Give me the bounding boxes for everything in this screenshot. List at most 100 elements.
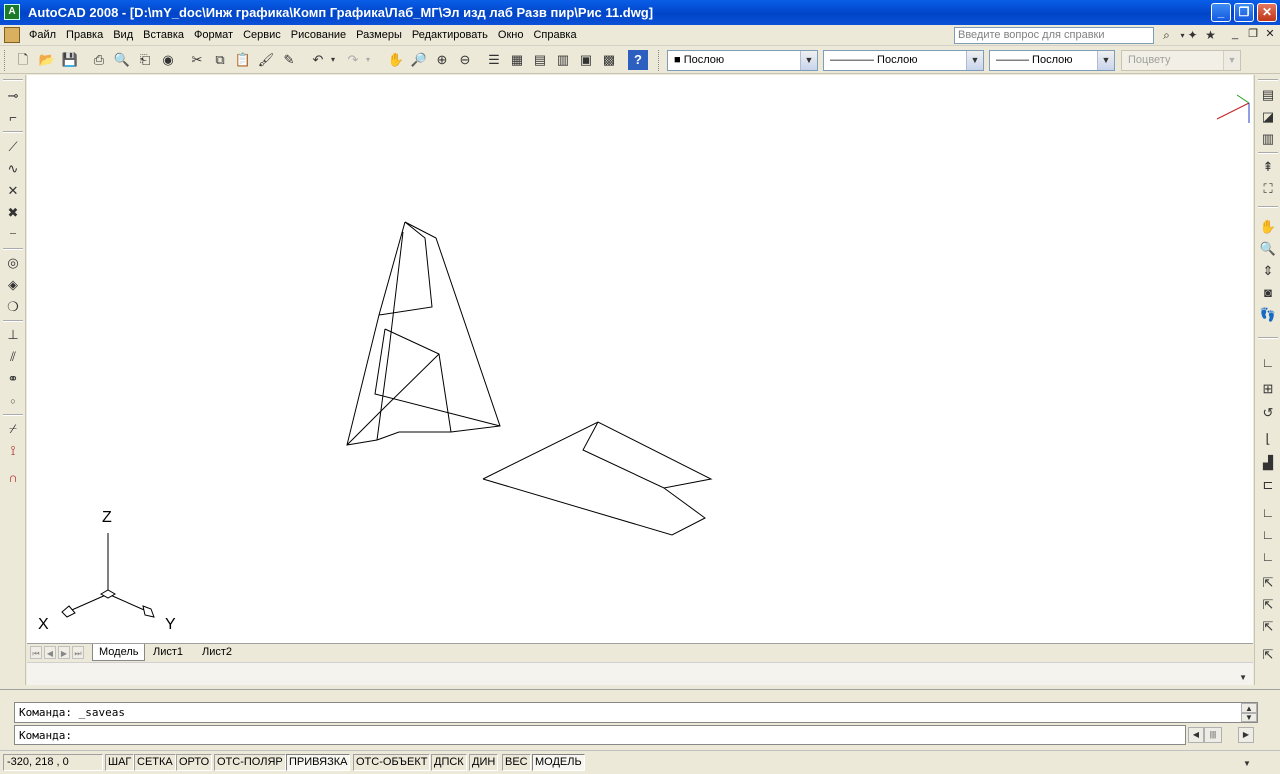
redo-icon[interactable]: ↷ [343, 50, 363, 70]
toolbar-grip[interactable] [4, 50, 7, 71]
coordinates-display[interactable]: -320, 218 , 0 [3, 754, 103, 771]
status-menu-icon[interactable]: ▼ [1243, 759, 1251, 768]
fillet-icon[interactable]: ⌿ [3, 419, 23, 439]
properties-toolbar-grip[interactable] [658, 50, 661, 71]
ortho-toggle[interactable]: ОРТО [176, 754, 213, 771]
zoom-previous-icon[interactable]: ⊖ [455, 50, 475, 70]
save-icon[interactable]: 💾 [60, 50, 80, 70]
next-tab-icon[interactable]: ▶ [58, 646, 70, 659]
close-button[interactable]: ✕ [1257, 3, 1277, 22]
circle-icon[interactable]: ◎ [3, 253, 23, 273]
scroll-down-icon[interactable]: ▼ [1241, 713, 1257, 722]
match-properties-icon[interactable]: 🖌 [256, 50, 276, 70]
tab-layout1[interactable]: Лист1 [147, 644, 189, 661]
menu-help[interactable]: Справка [528, 28, 581, 42]
pan-icon[interactable]: ✋ [386, 50, 406, 70]
ucs-settings-icon[interactable]: ⇱ [1258, 645, 1278, 665]
layer-blue-icon[interactable]: ◪ [1258, 107, 1278, 127]
redo-dropdown-icon[interactable]: ▾ [363, 50, 373, 70]
menu-dimension[interactable]: Размеры [351, 28, 407, 42]
point-icon[interactable]: ○ [3, 391, 23, 411]
ucs-world-icon[interactable]: ∟ [1258, 353, 1278, 373]
doc-restore-button[interactable]: ❐ [1246, 28, 1260, 42]
menu-tools[interactable]: Сервис [238, 28, 286, 42]
zoom-realtime-icon[interactable]: 🔎 [409, 50, 429, 70]
group-icon[interactable]: ⚭ [3, 369, 23, 389]
menu-view[interactable]: Вид [108, 28, 138, 42]
walk-icon[interactable]: 👣 [1258, 305, 1278, 325]
search-icon[interactable]: ⌕ [1158, 27, 1175, 44]
menu-edit[interactable]: Правка [61, 28, 108, 42]
donut-icon[interactable]: ◈ [3, 275, 23, 295]
markup-set-manager-icon[interactable]: ▣ [576, 50, 596, 70]
grid-toggle[interactable]: СЕТКА [134, 754, 176, 771]
ucs-named-icon[interactable]: ⇱ [1258, 595, 1278, 615]
plot-icon[interactable]: ⎙ [89, 50, 109, 70]
open-file-icon[interactable]: 📂 [37, 50, 57, 70]
orbit-icon[interactable]: ⇞ [1258, 157, 1278, 177]
ucs-z-icon[interactable]: ∟ [1258, 547, 1278, 567]
document-menu-icon[interactable] [4, 27, 20, 43]
snap-magnet-icon[interactable]: ⟟ [3, 441, 23, 461]
lwt-toggle[interactable]: ВЕС [502, 754, 531, 771]
horizontal-scrollbar[interactable]: ▼ [27, 662, 1253, 685]
menu-modify[interactable]: Редактировать [407, 28, 493, 42]
prev-tab-icon[interactable]: ◀ [44, 646, 56, 659]
calculator-icon[interactable]: ▩ [599, 50, 619, 70]
linetype-combo[interactable]: ———— Послою ▼ [823, 50, 984, 71]
menu-draw[interactable]: Рисование [286, 28, 351, 42]
lineweight-combo[interactable]: ——— Послою ▼ [989, 50, 1115, 71]
sheet-set-manager-icon[interactable]: ▥ [553, 50, 573, 70]
ucs-origin-icon[interactable]: ⌊ [1258, 429, 1278, 449]
dyn-toggle[interactable]: ДИН [469, 754, 499, 771]
chevron-down-icon[interactable]: ▼ [1223, 51, 1240, 70]
menu-window[interactable]: Окно [493, 28, 529, 42]
favorites-star-icon[interactable]: ★ [1202, 27, 1219, 44]
properties-icon[interactable]: ☰ [484, 50, 504, 70]
doc-close-button[interactable]: ✕ [1263, 28, 1277, 42]
snap-toggle[interactable]: ШАГ [105, 754, 135, 771]
model-toggle[interactable]: МОДЕЛЬ [532, 754, 585, 771]
paste-icon[interactable]: 📋 [233, 50, 253, 70]
menu-format[interactable]: Формат [189, 28, 238, 42]
view-camera-icon[interactable]: ◙ [1258, 283, 1278, 303]
hatch-icon[interactable]: ⫽ [3, 347, 23, 367]
help-icon[interactable]: ? [628, 50, 648, 70]
chevron-down-icon[interactable]: ▼ [800, 51, 817, 70]
help-search-input[interactable]: Введите вопрос для справки [954, 27, 1154, 44]
ucs-y-icon[interactable]: ∟ [1258, 525, 1278, 545]
line-icon[interactable]: ⊸ [3, 86, 23, 106]
3d-dwf-icon[interactable]: ◉ [158, 50, 178, 70]
otrack-toggle[interactable]: ОТС-ОБЪЕКТ [353, 754, 431, 771]
block-editor-icon[interactable]: ✎ [279, 50, 299, 70]
zoom-icon[interactable]: 🔍 [1258, 239, 1278, 259]
scroll-up-icon[interactable]: ▲ [1241, 703, 1257, 713]
doc-minimize-button[interactable]: _ [1228, 28, 1242, 42]
layer-stack-icon[interactable]: ▤ [1258, 85, 1278, 105]
ucs-icon[interactable]: ⊥ [3, 325, 23, 345]
menu-file[interactable]: Файл [24, 28, 61, 42]
camera-icon[interactable]: ⛶ [1258, 179, 1278, 199]
ucs-zaxis-icon[interactable]: ▟ [1258, 453, 1278, 473]
publish-icon[interactable]: ⎗ [135, 50, 155, 70]
tab-model[interactable]: Модель [92, 644, 146, 661]
plot-preview-icon[interactable]: 🔍 [112, 50, 132, 70]
scroll-right-icon[interactable]: ▶ [1238, 727, 1254, 743]
ucs-3point-icon[interactable]: ⊏ [1258, 475, 1278, 495]
layer-list-icon[interactable]: ▥ [1258, 129, 1278, 149]
ucs-face-icon[interactable]: ↺ [1258, 403, 1278, 423]
construction-line-icon[interactable]: ⌐ [3, 108, 23, 128]
osnap-toggle[interactable]: ПРИВЯЗКА [286, 754, 351, 771]
design-center-icon[interactable]: ▦ [507, 50, 527, 70]
trim-icon[interactable]: ✖ [3, 203, 23, 223]
ucs-x-icon[interactable]: ∟ [1258, 503, 1278, 523]
drawing-area[interactable]: Z X Y [27, 75, 1253, 643]
undo-dropdown-icon[interactable]: ▾ [328, 50, 338, 70]
ducs-toggle[interactable]: ДПСК [431, 754, 467, 771]
first-tab-icon[interactable]: ⏮ [30, 646, 42, 659]
scroll-thumb[interactable]: ||| [1204, 727, 1222, 743]
magnet-icon[interactable]: ∩ [3, 468, 23, 488]
restore-button[interactable]: ❐ [1234, 3, 1254, 22]
command-input[interactable]: Команда: [14, 725, 1186, 745]
zoom-window-icon[interactable]: ⊕ [432, 50, 452, 70]
